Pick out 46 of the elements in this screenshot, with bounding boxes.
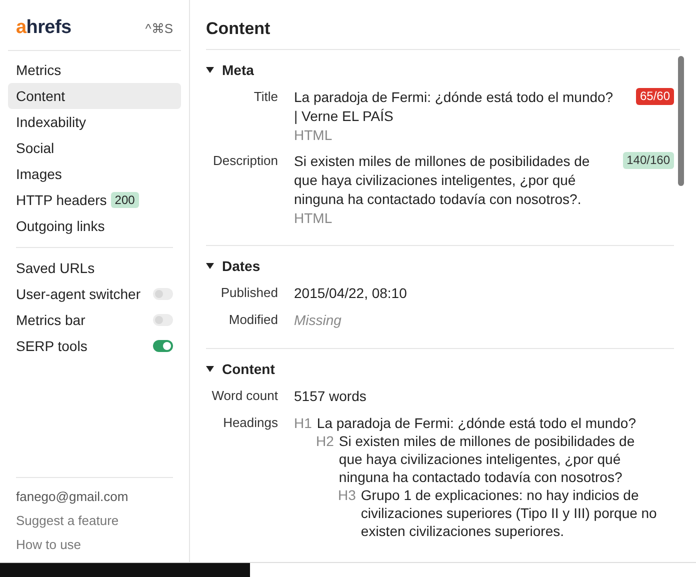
sidebar-item[interactable]: Indexability	[8, 109, 181, 135]
sidebar-item[interactable]: Outgoing links	[8, 213, 181, 239]
field-value: La paradoja de Fermi: ¿dónde está todo el mundo? | Verne EL PAÍS	[294, 89, 614, 124]
sidebar-item[interactable]: Content	[8, 83, 181, 109]
heading-level: H2	[316, 432, 334, 451]
source-label: HTML	[294, 126, 334, 144]
account-email: fanego@gmail.com	[16, 488, 130, 506]
section-header[interactable]: Dates	[206, 258, 674, 274]
toggle-label: SERP tools	[16, 338, 88, 354]
heading-text: La paradoja de Fermi: ¿dónde está todo el mundo?	[316, 414, 638, 432]
sidebar-item[interactable]: Metrics	[8, 57, 181, 83]
sidebar-item[interactable]: Images	[8, 161, 181, 187]
toggle-switch[interactable]	[153, 288, 173, 300]
field-label: Title	[252, 88, 278, 106]
sidebar-item[interactable]: HTTP headers 200	[8, 187, 181, 213]
field-label: Headings	[222, 414, 278, 432]
section-header[interactable]: Content	[206, 361, 674, 377]
heading-text: Grupo 1 de explicaciones: no hay indicios de civilizaciones superiores (Tipo II y III) porque no existen civilizaciones superiores.	[360, 486, 658, 540]
toggle-switch[interactable]	[153, 340, 173, 352]
status-badge: 200	[110, 192, 139, 208]
heading-text: Si existen miles de millones de posibilidades de que haya civilizaciones inteligentes, ¿por qué ninguna ha contactado todavía con nosotros?	[338, 432, 636, 486]
sidebar-item[interactable]: Saved URLs	[8, 255, 181, 281]
field-label: Word count	[210, 387, 278, 405]
panel-title: Content	[206, 0, 680, 50]
field-value: 5157 words	[294, 388, 366, 404]
field-label: Published	[220, 284, 278, 302]
length-badge: 65/60	[636, 88, 674, 105]
sidebar-item[interactable]: Social	[8, 135, 181, 161]
section-header[interactable]: Meta	[206, 62, 674, 78]
field-value: 2015/04/22, 08:10	[294, 285, 407, 301]
field-value: Si existen miles de millones de posibilidades de que haya civilizaciones inteligentes, ¿por qué ninguna ha contactado todavía con nosotros?.	[294, 153, 590, 207]
scrollbar-thumb[interactable]	[678, 56, 684, 186]
shortcut-label: ^⌘S	[145, 20, 173, 36]
field-label: Description	[212, 152, 278, 170]
toggle-switch[interactable]	[153, 314, 173, 326]
field-label: Modified	[228, 311, 278, 329]
heading-level: H3	[338, 486, 356, 505]
length-badge: 140/160	[622, 152, 674, 169]
toggle-label: Metrics bar	[16, 312, 86, 328]
heading-level: H1	[294, 414, 312, 432]
toggle-label: User-agent switcher	[16, 286, 140, 302]
footer-link[interactable]: How to use	[16, 532, 173, 556]
footer-link[interactable]: Suggest a feature	[16, 508, 173, 532]
source-label: HTML	[294, 209, 334, 227]
logo: ahrefs	[16, 17, 72, 39]
missing-value: Missing	[294, 312, 342, 328]
